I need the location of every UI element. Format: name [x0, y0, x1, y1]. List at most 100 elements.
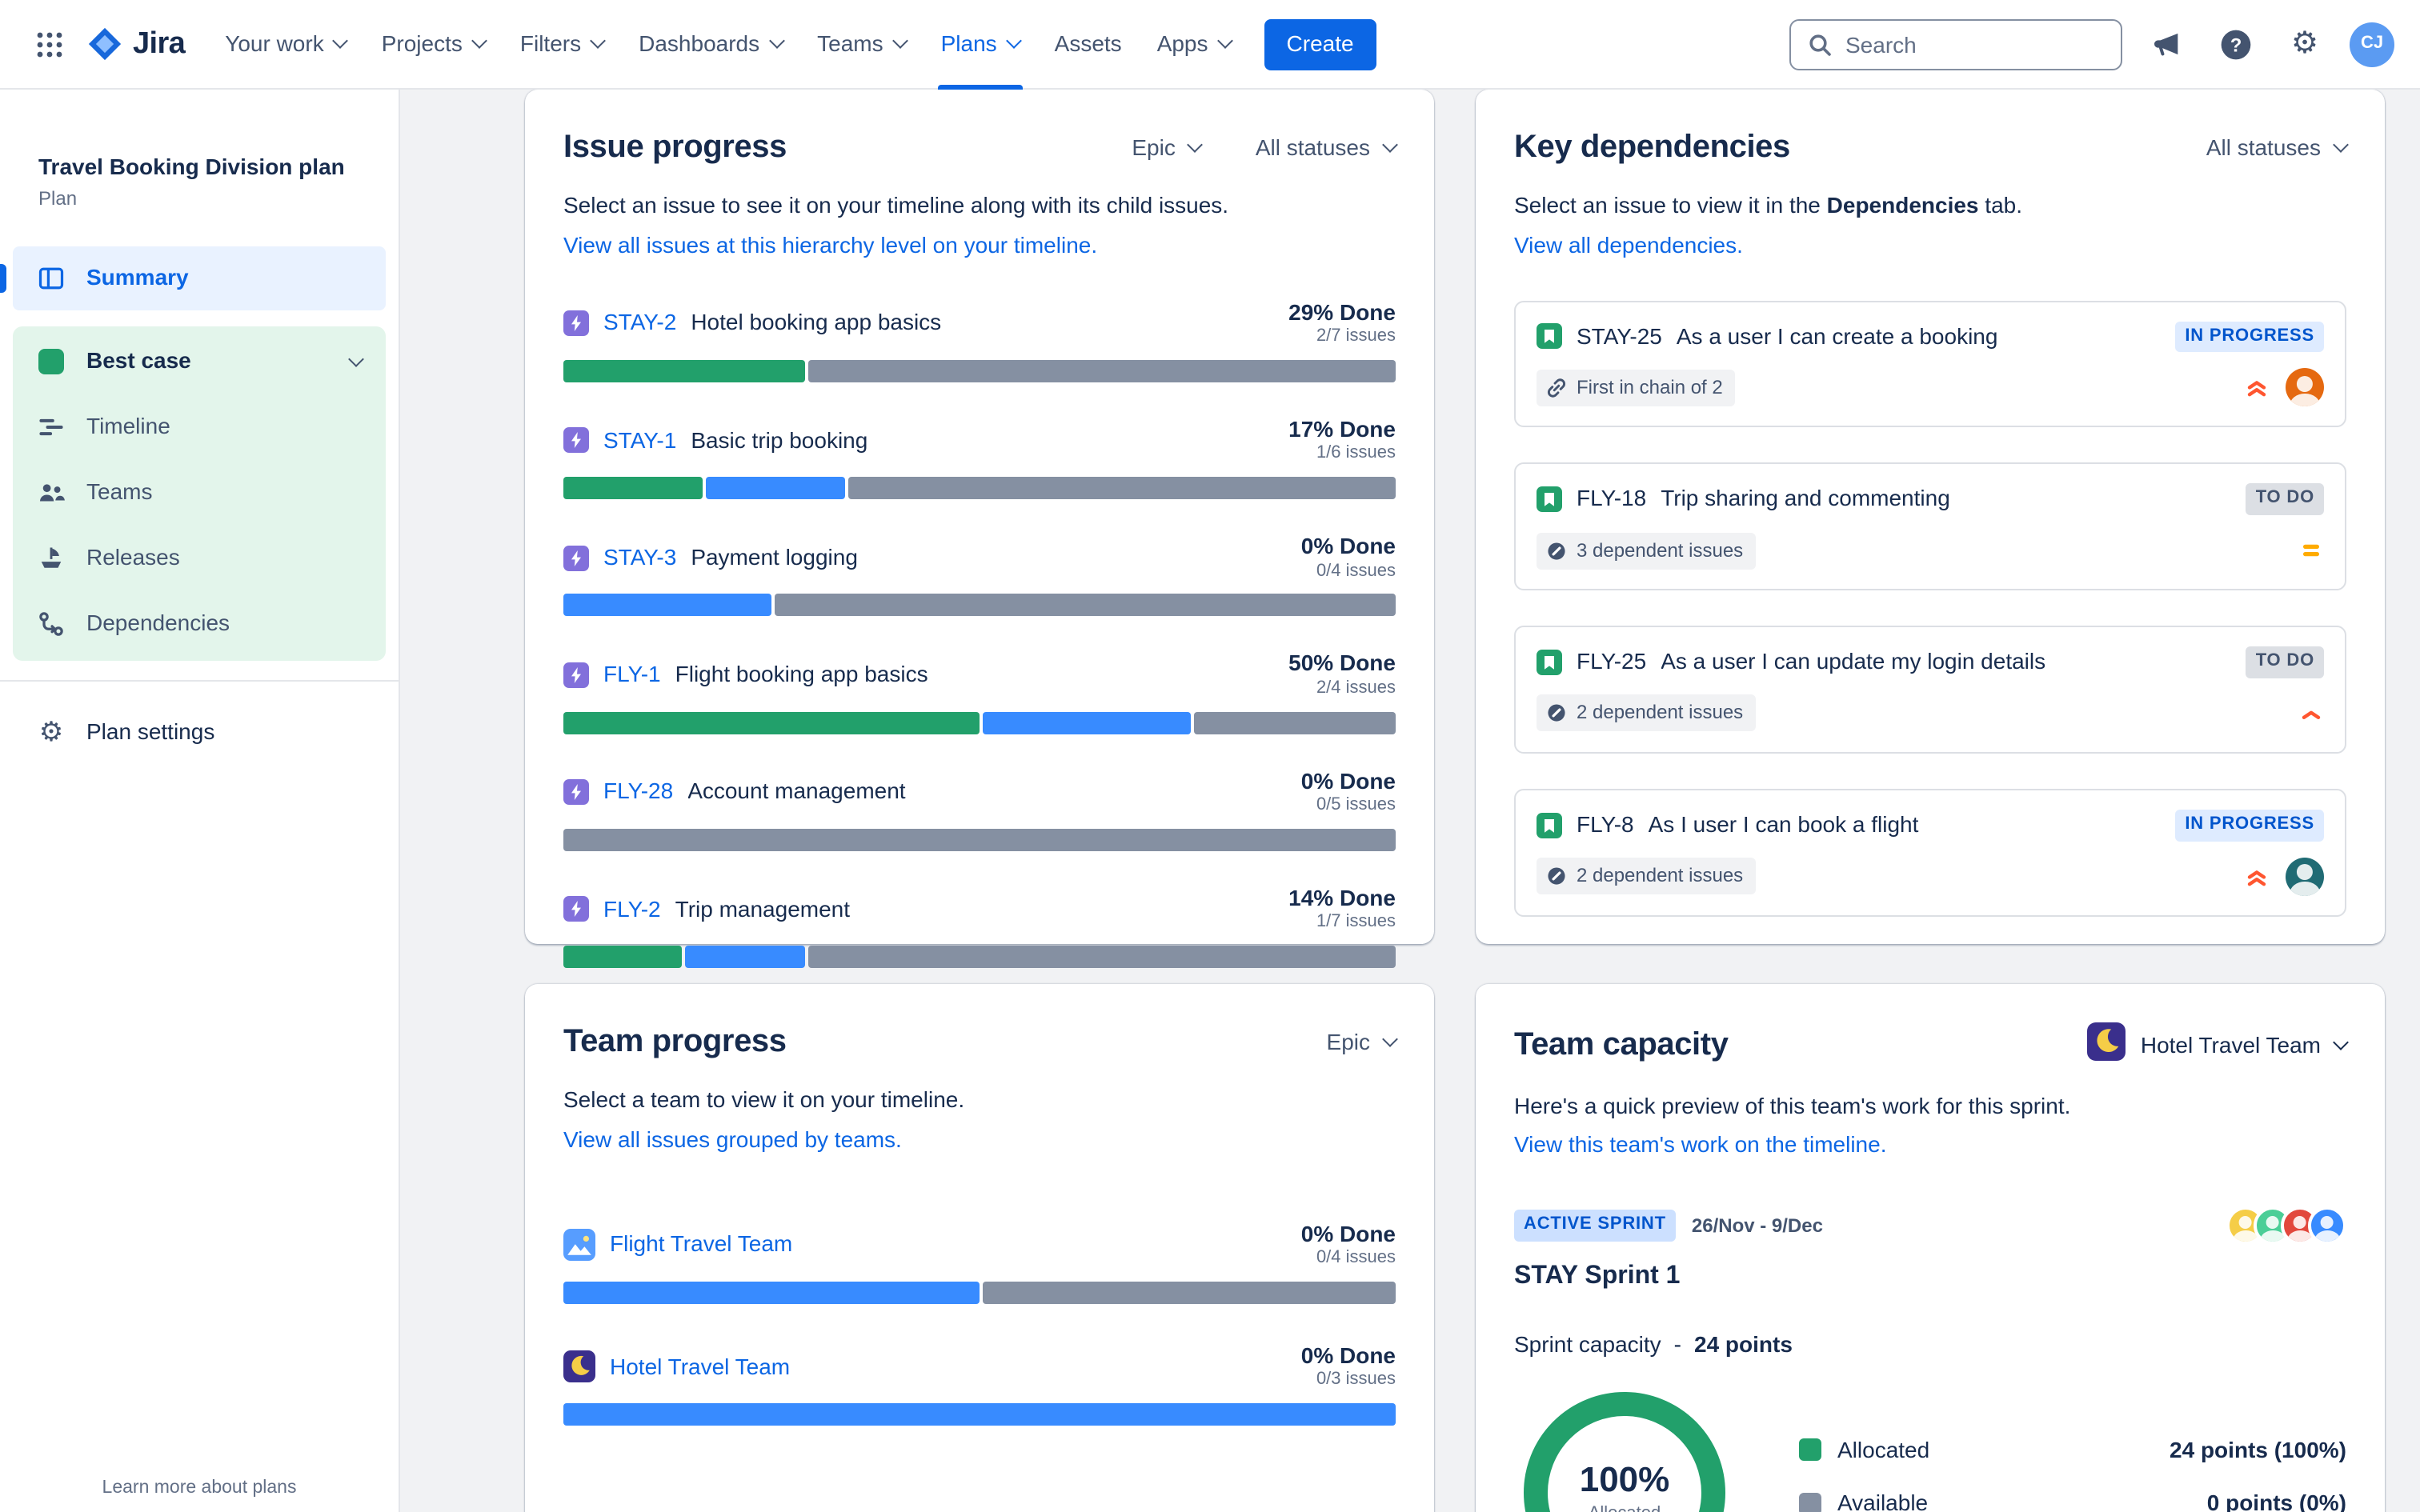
nav-item-your-work[interactable]: Your work: [207, 0, 364, 89]
create-button[interactable]: Create: [1264, 18, 1376, 70]
dependency-meta-pill: 3 dependent issues: [1537, 532, 1757, 569]
sidebar-item-label: Teams: [86, 478, 153, 505]
view-all-dependencies-link[interactable]: View all dependencies.: [1514, 231, 1743, 259]
key-dependencies-card: Key dependencies All statuses Select an …: [1476, 90, 2385, 944]
nav-item-assets[interactable]: Assets: [1037, 0, 1140, 89]
chevron-down-icon: [768, 33, 785, 49]
dependency-issue-key: FLY-18: [1577, 485, 1647, 511]
issue-key-link[interactable]: STAY-1: [603, 426, 676, 454]
chevron-down-icon: [891, 33, 908, 49]
chevron-down-icon: [332, 33, 349, 49]
nav-item-apps[interactable]: Apps: [1140, 0, 1248, 89]
issue-progress-bar[interactable]: [563, 477, 1396, 499]
team-selector-dropdown[interactable]: Hotel Travel Team: [2087, 1022, 2349, 1068]
dependency-card-fly-18[interactable]: FLY-18 Trip sharing and commenting TO DO…: [1514, 462, 2346, 590]
chevron-down-icon: [1005, 33, 1022, 49]
scenario-nav: Timeline Teams Releases Dependencies: [13, 394, 386, 657]
issue-progress-row-fly-1: FLY-1 Flight booking app basics 50% Done…: [563, 650, 1396, 734]
nav-item-label: Filters: [519, 30, 582, 56]
bar-done-segment: [563, 359, 805, 382]
nav-item-projects[interactable]: Projects: [364, 0, 503, 89]
scenario-selector[interactable]: Best case: [13, 329, 386, 394]
sidebar-item-plan-settings[interactable]: ⚙ Plan settings: [13, 700, 386, 766]
status-filter-dropdown[interactable]: All statuses: [1256, 134, 1398, 162]
nav-item-label: Assets: [1054, 30, 1122, 56]
scenario-label: Best case: [86, 347, 191, 374]
hierarchy-filter-dropdown[interactable]: Epic: [1132, 134, 1204, 162]
view-issues-by-team-link[interactable]: View all issues grouped by teams.: [563, 1126, 902, 1154]
sidebar-item-timeline[interactable]: Timeline: [13, 394, 386, 460]
team-progress-card: Team progress Epic Select a team to view…: [525, 984, 1434, 1512]
sidebar-item-label: Summary: [86, 263, 189, 290]
plan-title: Travel Booking Division plan: [38, 154, 345, 179]
issue-key-link[interactable]: FLY-2: [603, 895, 661, 923]
capacity-legend: Allocated 24 points (100%) Available 0 p…: [1799, 1436, 2346, 1512]
app-switcher-icon[interactable]: [26, 20, 74, 68]
summary-icon: [37, 263, 66, 292]
bar-inprogress-segment: [563, 1281, 980, 1304]
nav-item-teams[interactable]: Teams: [799, 0, 923, 89]
jira-mark-icon: [88, 27, 122, 61]
issue-key-link[interactable]: STAY-3: [603, 544, 676, 572]
status-filter-dropdown[interactable]: All statuses: [2206, 134, 2349, 162]
view-all-issues-link[interactable]: View all issues at this hierarchy level …: [563, 231, 1097, 259]
issue-key-link[interactable]: FLY-28: [603, 778, 673, 806]
sidebar-item-teams[interactable]: Teams: [13, 460, 386, 526]
chevron-down-icon: [2333, 137, 2349, 153]
sidebar-item-releases[interactable]: Releases: [13, 526, 386, 591]
issue-progress-row-stay-1: STAY-1 Basic trip booking 17% Done 1/6 i…: [563, 416, 1396, 499]
settings-gear-icon[interactable]: ⚙: [2281, 20, 2329, 68]
epic-icon: [563, 779, 589, 806]
team-issue-count: 0/4 issues: [1316, 1248, 1396, 1267]
timeline-icon: [37, 413, 66, 442]
best-case-scenario-icon: [38, 349, 64, 374]
nav-item-label: Your work: [225, 30, 324, 56]
team-capacity-card: Team capacity Hotel Travel Team Here's a…: [1476, 984, 2385, 1512]
view-team-timeline-link[interactable]: View this team's work on the timeline.: [1514, 1131, 1887, 1159]
sidebar-item-dependencies[interactable]: Dependencies: [13, 591, 386, 657]
issue-progress-bar[interactable]: [563, 711, 1396, 734]
team-name-link[interactable]: Hotel Travel Team: [610, 1353, 790, 1381]
help-icon[interactable]: ?: [2212, 20, 2260, 68]
issue-progress-bar[interactable]: [563, 594, 1396, 617]
dependency-card-fly-8[interactable]: FLY-8 As I user I can book a flight IN P…: [1514, 788, 2346, 916]
jira-logo[interactable]: Jira: [86, 25, 186, 63]
blocked-icon: [1546, 866, 1567, 886]
issue-progress-bar[interactable]: [563, 828, 1396, 851]
announcements-megaphone-icon[interactable]: [2143, 20, 2191, 68]
nav-item-plans[interactable]: Plans: [924, 0, 1037, 89]
capacity-legend-row-available: Available 0 points (0%): [1799, 1490, 2346, 1512]
issue-key-link[interactable]: STAY-2: [603, 310, 676, 338]
card-description: Select an issue to see it on your timeli…: [563, 192, 1229, 218]
issue-stats: 14% Done 1/7 issues: [1288, 885, 1396, 935]
dependency-card-fly-25[interactable]: FLY-25 As a user I can update my login d…: [1514, 626, 2346, 754]
issue-progress-bar[interactable]: [563, 946, 1396, 968]
search-input[interactable]: [1845, 31, 2105, 57]
hierarchy-filter-dropdown[interactable]: Epic: [1327, 1029, 1398, 1057]
issue-done-percent: 29% Done: [1288, 298, 1396, 324]
team-issue-count: 0/3 issues: [1316, 1370, 1396, 1390]
nav-item-label: Projects: [381, 30, 463, 56]
team-progress-bar[interactable]: [563, 1281, 1396, 1304]
story-icon: [1537, 486, 1562, 513]
issue-key-link[interactable]: FLY-1: [603, 661, 661, 689]
nav-item-filters[interactable]: Filters: [503, 0, 621, 89]
team-done-percent: 0% Done: [1300, 1220, 1396, 1246]
primary-nav: Your work Projects Filters Dashboards Te…: [207, 0, 1248, 89]
team-progress-row-flight-travel-team: Flight Travel Team 0% Done 0/4 issues: [563, 1220, 1396, 1304]
learn-more-link[interactable]: Learn more about plans: [0, 1476, 399, 1499]
user-avatar[interactable]: CJ: [2350, 22, 2394, 66]
priority-medium-icon: [2298, 538, 2324, 563]
bar-todo-segment: [807, 946, 1396, 968]
dependency-card-stay-25[interactable]: STAY-25 As a user I can create a booking…: [1514, 300, 2346, 428]
sidebar-item-summary[interactable]: Summary: [0, 246, 386, 310]
issue-progress-bar[interactable]: [563, 359, 1396, 382]
nav-item-dashboards[interactable]: Dashboards: [621, 0, 799, 89]
team-stats: 0% Done 0/3 issues: [1301, 1342, 1396, 1393]
team-name-link[interactable]: Flight Travel Team: [610, 1231, 792, 1259]
gear-icon: ⚙: [38, 717, 64, 748]
chevron-down-icon: [1216, 33, 1233, 49]
card-description: Select a team to view it on your timelin…: [563, 1086, 965, 1112]
search-box[interactable]: [1789, 18, 2122, 70]
team-progress-bar[interactable]: [563, 1403, 1396, 1426]
